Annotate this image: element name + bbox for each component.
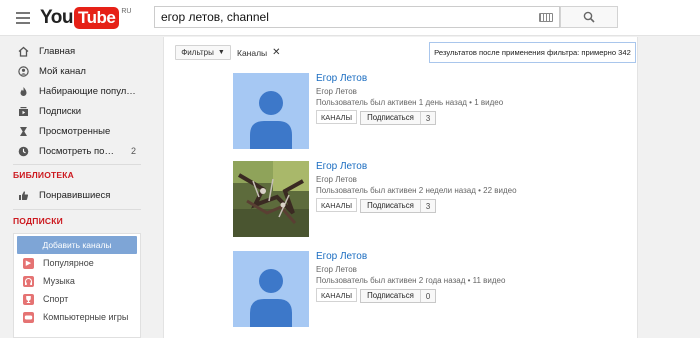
sidebar-item-trending[interactable]: Набирающие попул… — [0, 81, 150, 101]
caret-down-icon: ▼ — [217, 49, 225, 56]
channel-avatar[interactable] — [233, 73, 309, 149]
subscriber-count: 3 — [425, 201, 431, 211]
search-icon — [583, 11, 595, 23]
search-button[interactable] — [560, 6, 618, 28]
channel-meta: Пользователь был активен 2 года назад • … — [316, 276, 506, 285]
library-section-title: БИБЛИОТЕКА — [13, 170, 74, 180]
channel-type-badge: КАНАЛЫ — [316, 198, 358, 212]
subscriptions-icon — [17, 105, 29, 117]
guide-sidebar: Главная Мой канал Набирающие попул… Подп… — [0, 37, 150, 338]
channel-result: Егор Летов Егор Летов Пользователь был а… — [233, 251, 633, 331]
masthead: You Tube RU — [0, 0, 700, 36]
trophy-icon — [23, 293, 34, 305]
sidebar-item-home[interactable]: Главная — [0, 41, 150, 61]
channel-meta: Пользователь был активен 1 день назад • … — [316, 98, 504, 107]
sub-item-popular[interactable]: ▶ Популярное — [14, 254, 140, 272]
channel-owner[interactable]: Егор Летов — [316, 265, 357, 274]
flame-icon — [17, 85, 29, 97]
results-count: Результатов после применения фильтра: пр… — [429, 42, 636, 63]
clock-icon — [17, 145, 29, 157]
sub-item-label: Популярное — [43, 258, 94, 268]
page-gutter — [639, 37, 700, 338]
channel-owner[interactable]: Егор Летов — [316, 87, 357, 96]
thumbs-up-icon — [17, 189, 29, 201]
gamepad-icon — [23, 311, 34, 323]
subscribe-label: Подписаться — [361, 290, 421, 302]
sidebar-item-label: Просмотренные — [39, 125, 111, 137]
subscribe-label: Подписаться — [361, 112, 421, 124]
channel-result: Егор Летов Егор Летов Пользователь был а… — [233, 161, 633, 241]
remove-filter-icon[interactable]: ✕ — [272, 47, 280, 58]
sub-item-gaming[interactable]: Компьютерные игры — [14, 308, 140, 326]
subscriptions-section-title: ПОДПИСКИ — [13, 216, 63, 226]
sub-item-label: Музыка — [43, 276, 75, 286]
sidebar-item-subscriptions[interactable]: Подписки — [0, 101, 150, 121]
sidebar-item-label: Мой канал — [39, 65, 86, 77]
subscribe-button[interactable]: Подписаться 3 — [360, 111, 436, 125]
history-icon — [17, 125, 29, 137]
subscriber-count: 0 — [425, 291, 431, 301]
sidebar-item-liked[interactable]: Понравившиеся — [0, 185, 150, 205]
subscribe-button[interactable]: Подписаться 0 — [360, 289, 436, 303]
search-box — [154, 6, 560, 28]
subscriber-count: 3 — [425, 113, 431, 123]
channel-photo-image — [233, 161, 309, 237]
youtube-logo[interactable]: You Tube RU — [40, 6, 131, 30]
search-input[interactable] — [155, 7, 535, 27]
channel-title-link[interactable]: Егор Летов — [316, 251, 367, 262]
sidebar-item-watch-later[interactable]: Посмотреть по… 2 — [0, 141, 150, 161]
subscribe-button[interactable]: Подписаться 3 — [360, 199, 436, 213]
subscribe-label: Подписаться — [361, 200, 421, 212]
headphones-icon — [23, 275, 34, 287]
sub-item-label: Компьютерные игры — [43, 312, 129, 322]
keyboard-icon[interactable] — [539, 13, 553, 22]
search-results-panel: Фильтры ▼ Каналы ✕ Результатов после при… — [163, 37, 638, 338]
default-avatar-icon — [233, 73, 309, 149]
channel-type-badge: КАНАЛЫ — [316, 110, 358, 124]
filters-button-label: Фильтры — [181, 48, 214, 57]
filters-button[interactable]: Фильтры ▼ — [175, 45, 231, 60]
sidebar-item-label: Набирающие попул… — [39, 85, 136, 97]
active-filter-chip: Каналы ✕ — [237, 47, 281, 58]
sidebar-item-history[interactable]: Просмотренные — [0, 121, 150, 141]
channel-avatar[interactable] — [233, 251, 309, 327]
default-avatar-icon — [233, 251, 309, 327]
sidebar-item-label: Подписки — [39, 105, 82, 117]
sidebar-divider — [13, 209, 141, 210]
sub-item-sport[interactable]: Спорт — [14, 290, 140, 308]
channel-owner[interactable]: Егор Летов — [316, 175, 357, 184]
channel-title-link[interactable]: Егор Летов — [316, 73, 367, 84]
sidebar-item-my-channel[interactable]: Мой канал — [0, 61, 150, 81]
home-icon — [17, 45, 29, 57]
add-channels-button[interactable]: Добавить каналы — [17, 236, 137, 254]
guide-menu-icon[interactable] — [16, 12, 30, 24]
channel-title-link[interactable]: Егор Летов — [316, 161, 367, 172]
channel-meta: Пользователь был активен 2 недели назад … — [316, 186, 517, 195]
sidebar-item-label: Главная — [39, 45, 76, 57]
subscriptions-box: Добавить каналы ▶ Популярное Музыка Спор… — [13, 233, 141, 338]
play-icon: ▶ — [23, 257, 34, 269]
sidebar-item-label: Посмотреть по… — [39, 145, 114, 157]
chip-label: Каналы — [237, 47, 268, 58]
sub-item-music[interactable]: Музыка — [14, 272, 140, 290]
sidebar-divider — [13, 164, 141, 165]
watch-later-count: 2 — [130, 146, 136, 156]
channel-photo[interactable] — [233, 161, 309, 237]
channel-result: Егор Летов Егор Летов Пользователь был а… — [233, 73, 633, 153]
user-icon — [17, 65, 29, 77]
channel-type-badge: КАНАЛЫ — [316, 288, 358, 302]
sidebar-item-label: Понравившиеся — [39, 189, 111, 201]
sub-item-label: Спорт — [43, 294, 69, 304]
